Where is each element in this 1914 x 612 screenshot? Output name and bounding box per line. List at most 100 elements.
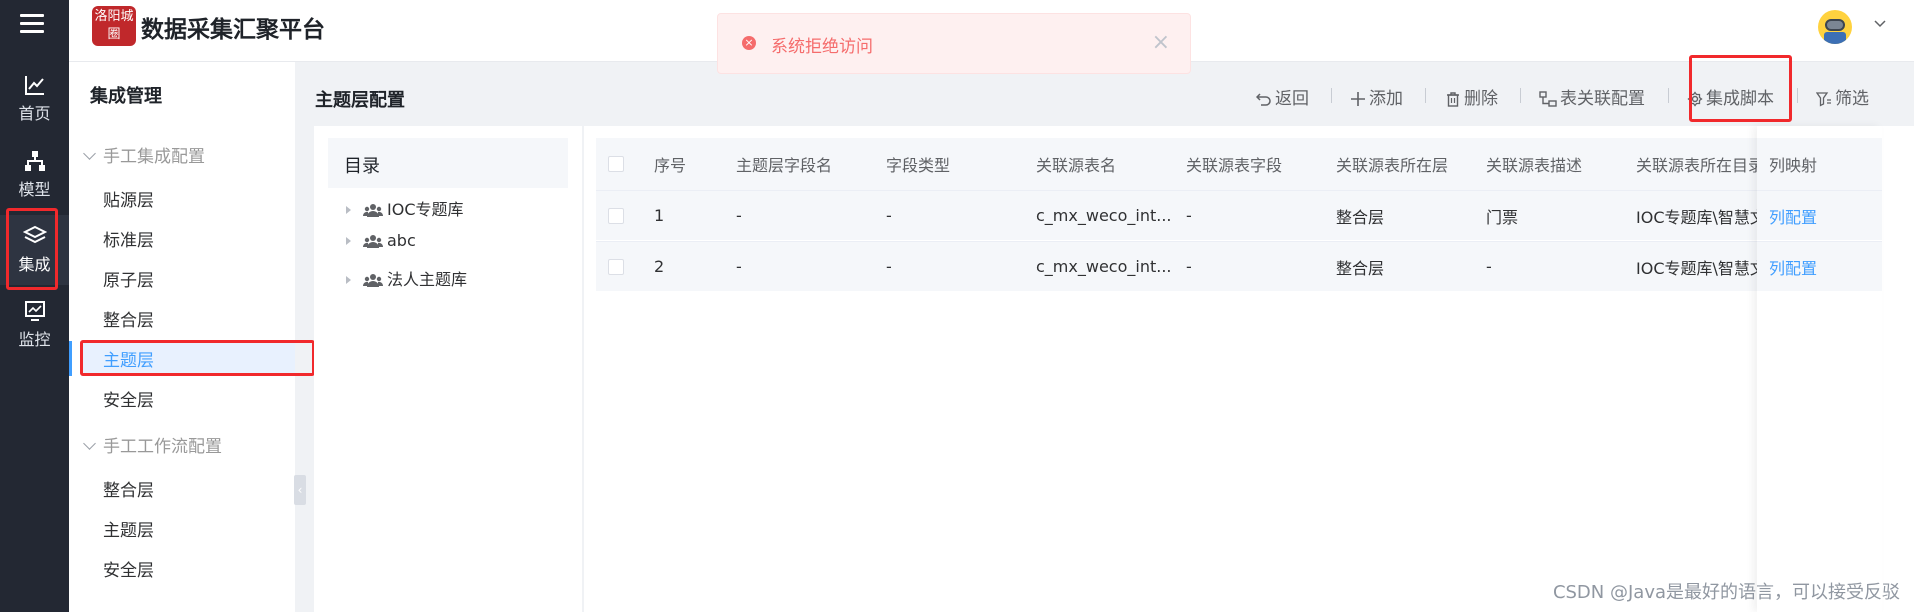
column-header: 字段类型	[886, 156, 951, 175]
row-checkbox[interactable]	[608, 242, 624, 291]
fixed-action-column: 列映射 列配置 列配置	[1757, 126, 1882, 612]
hierarchy-icon	[24, 151, 45, 171]
nav-group-label: 手工集成配置	[103, 147, 205, 167]
watermark: CSDN @Java是最好的语言，可以接受反驳	[1552, 582, 1900, 603]
caret-right-icon	[346, 206, 351, 214]
plus-icon	[1351, 92, 1365, 106]
back-label: 返回	[1275, 89, 1309, 109]
sidebar-item-security-layer[interactable]: 安全层	[103, 386, 154, 411]
rail-item-monitor[interactable]: 监控	[0, 290, 69, 360]
sidebar-item-wf-topic-layer[interactable]: 主题层	[103, 516, 154, 541]
cell-type: -	[886, 206, 892, 225]
chevron-down-icon	[83, 437, 96, 450]
table-row: 1 - - c_mx_weco_int... - 整合层 门票 IOC专题库\智…	[596, 190, 1882, 240]
select-all-checkbox[interactable]	[608, 138, 624, 190]
catalog-tree-header: 目录	[328, 138, 568, 188]
delete-label: 删除	[1464, 89, 1498, 109]
nav-group-manual-integration[interactable]: 手工集成配置	[82, 142, 205, 167]
column-header: 关联源表所在目录	[1636, 156, 1761, 175]
add-label: 添加	[1369, 89, 1403, 109]
toolbar-divider	[1520, 88, 1521, 103]
rail-item-home[interactable]: 首页	[0, 64, 69, 134]
table-header: 序号 主题层字段名 字段类型 关联源表名 关联源表字段 关联源表所在层 关联源表…	[596, 138, 1882, 190]
caret-right-icon	[346, 237, 351, 245]
toast-close-icon[interactable]: ×	[1152, 30, 1170, 55]
cell-source-field: -	[1186, 206, 1192, 225]
chevron-down-icon[interactable]	[1874, 18, 1886, 30]
rail-label-model: 模型	[18, 180, 51, 199]
cell-index: 1	[654, 206, 665, 225]
fixed-column-header: 列映射	[1757, 138, 1882, 190]
error-icon: ×	[742, 36, 756, 50]
line-chart-icon	[24, 76, 44, 95]
column-header: 关联源表所在层	[1336, 156, 1449, 175]
tree-node-abc[interactable]: abc	[346, 231, 416, 250]
sidebar-item-wf-security-layer[interactable]: 安全层	[103, 556, 154, 581]
sidebar-item-integration-layer[interactable]: 整合层	[103, 306, 154, 331]
caret-right-icon	[346, 276, 351, 284]
cell-desc: -	[1486, 257, 1492, 276]
toolbar-divider	[1797, 88, 1798, 103]
filter-icon	[1815, 92, 1831, 107]
hamburger-menu-icon[interactable]	[20, 14, 44, 34]
delete-button[interactable]: 删除	[1445, 84, 1498, 109]
main-rail: 首页 模型 集成 监控	[0, 0, 69, 612]
cell-catalog: IOC专题库\智慧文旅	[1636, 258, 1761, 278]
sidebar-item-source-layer[interactable]: 贴源层	[103, 186, 154, 211]
catalog-tree-title: 目录	[344, 156, 380, 177]
row-checkbox[interactable]	[608, 191, 624, 240]
column-header: 主题层字段名	[736, 156, 833, 175]
toolbar-divider	[1425, 88, 1426, 103]
fixed-column-row: 列配置	[1757, 241, 1882, 291]
sidebar-header: 集成管理	[90, 86, 162, 107]
annotation-highlight-integration	[6, 208, 58, 290]
column-header: 序号	[654, 156, 687, 175]
cell-layer: 整合层	[1336, 207, 1385, 227]
cell-desc: 门票	[1486, 207, 1519, 227]
nav-group-manual-workflow[interactable]: 手工工作流配置	[82, 432, 222, 457]
tree-node-label: IOC专题库	[387, 200, 464, 219]
rail-item-model[interactable]: 模型	[0, 140, 69, 210]
filter-button[interactable]: 筛选	[1815, 84, 1869, 109]
sidebar-collapse-handle[interactable]: ‹	[294, 475, 306, 505]
toolbar-divider	[1331, 88, 1332, 103]
toolbar-divider	[1668, 88, 1669, 103]
user-group-icon	[362, 204, 384, 217]
cell-layer: 整合层	[1336, 258, 1385, 278]
column-config-link[interactable]: 列配置	[1769, 191, 1817, 240]
relation-icon	[1539, 91, 1557, 107]
tree-node-label: abc	[387, 231, 416, 250]
column-header: 关联源表字段	[1186, 156, 1283, 175]
error-toast: × 系统拒绝访问 ×	[717, 13, 1191, 74]
tree-node-label: 法人主题库	[387, 270, 468, 289]
column-header: 列映射	[1769, 156, 1818, 175]
cell-field: -	[736, 257, 742, 276]
cell-field: -	[736, 206, 742, 225]
annotation-highlight-topic-layer	[80, 340, 315, 376]
nav-group-label: 手工工作流配置	[103, 437, 222, 457]
tree-node-ioc[interactable]: IOC专题库	[346, 196, 464, 220]
toast-message: 系统拒绝访问	[771, 37, 873, 57]
cell-type: -	[886, 257, 892, 276]
catalog-tree-panel: 目录 IOC专题库 abc 法人主题库	[314, 126, 582, 612]
undo-icon	[1255, 93, 1271, 106]
cell-source-table: c_mx_weco_int...	[1036, 206, 1172, 225]
table-row: 2 - - c_mx_weco_int... - 整合层 - IOC专题库\智慧…	[596, 241, 1882, 291]
sidebar-item-standard-layer[interactable]: 标准层	[103, 226, 154, 251]
table-relation-config-button[interactable]: 表关联配置	[1539, 84, 1645, 109]
app-logo: 洛阳城圈	[92, 6, 136, 46]
column-header: 关联源表名	[1036, 156, 1117, 175]
cell-source-field: -	[1186, 257, 1192, 276]
column-config-link[interactable]: 列配置	[1769, 242, 1817, 291]
sidebar-item-atomic-layer[interactable]: 原子层	[103, 266, 154, 291]
tree-node-legal-person[interactable]: 法人主题库	[346, 266, 467, 290]
app-title: 数据采集汇聚平台	[141, 17, 325, 43]
sidebar-item-wf-integration-layer[interactable]: 整合层	[103, 476, 154, 501]
secondary-sidebar: 集成管理 手工集成配置 贴源层 标准层 原子层 整合层 主题层 安全层 手工工作…	[69, 62, 295, 612]
add-button[interactable]: 添加	[1350, 84, 1403, 109]
user-avatar[interactable]	[1818, 10, 1852, 44]
back-button[interactable]: 返回	[1255, 84, 1309, 109]
rail-label-home: 首页	[18, 104, 51, 123]
page-title: 主题层配置	[315, 90, 405, 111]
column-header: 关联源表描述	[1486, 156, 1583, 175]
